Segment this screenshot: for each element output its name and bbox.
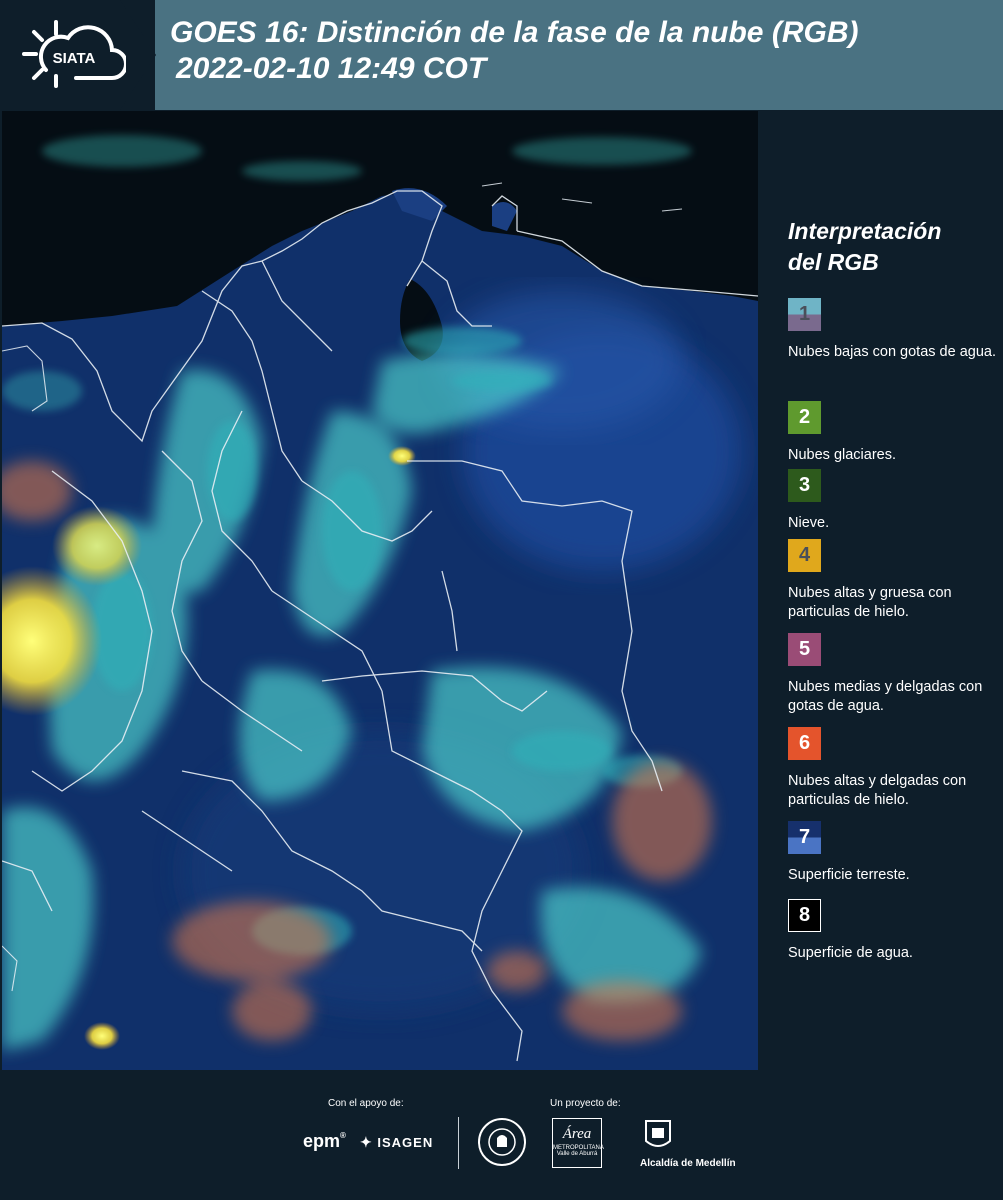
alcaldia-label: Alcaldía de Medellín (640, 1158, 736, 1169)
legend-item-7: 7 Superficie terreste. (788, 821, 1000, 885)
legend-item-8: 8 Superficie de agua. (788, 899, 1000, 963)
epm-logo-text: epm (303, 1131, 341, 1151)
legend-number: 6 (798, 732, 811, 754)
svg-text:SIATA: SIATA (53, 50, 96, 67)
legend-swatch-1: 1 (788, 298, 821, 331)
page-title: GOES 16: Distinción de la fase de la nub… (170, 15, 858, 87)
legend-swatch-8: 8 (788, 899, 821, 932)
university-seal-icon (478, 1118, 526, 1166)
isagen-logo: ✦ ISAGEN (360, 1134, 433, 1151)
legend-item-4: 4 Nubes altas y gruesa con particulas de … (788, 539, 1000, 622)
legend-swatch-4: 4 (788, 539, 821, 572)
rgb-composite-image (2, 111, 758, 1070)
area-logo-text: Área (562, 1126, 592, 1142)
legend-item-1: 1 Nubes bajas con gotas de agua. (788, 298, 1000, 362)
legend-label: Superficie de agua. (788, 945, 913, 961)
title-line-1: GOES 16: Distinción de la fase de la nub… (170, 16, 859, 49)
legend-number: 7 (798, 826, 811, 848)
legend-swatch-7: 7 (788, 821, 821, 854)
legend-label: Nubes bajas con gotas de agua. (788, 344, 996, 360)
legend-item-3: 3 Nieve. (788, 469, 1000, 533)
legend-label: Nubes glaciares. (788, 447, 896, 463)
project-caption: Un proyecto de: (550, 1098, 621, 1109)
legend-label: Nubes altas y delgadas con particulas de… (788, 773, 967, 808)
legend-number: 4 (798, 544, 811, 566)
footer-divider (458, 1117, 459, 1169)
isagen-logo-text: ISAGEN (377, 1135, 434, 1150)
legend-number: 5 (798, 638, 811, 660)
legend-swatch-6: 6 (788, 727, 821, 760)
legend-label: Nubes medias y delgadas con gotas de agu… (788, 679, 983, 714)
legend-number: 8 (798, 904, 811, 926)
legend-label: Superficie terreste. (788, 867, 910, 883)
legend-swatch-2: 2 (788, 401, 821, 434)
legend-item-2: 2 Nubes glaciares. (788, 401, 1000, 465)
area-logo-line-2: Valle de Aburrá (556, 1151, 598, 1157)
legend-label: Nubes altas y gruesa con particulas de h… (788, 585, 952, 620)
legend-number: 1 (798, 303, 811, 325)
support-caption: Con el apoyo de: (328, 1098, 404, 1109)
legend-title-line-1: Interpretación (788, 218, 942, 244)
legend-swatch-5: 5 (788, 633, 821, 666)
title-line-2: 2022-02-10 12:49 COT (176, 52, 487, 85)
medellin-shield-icon (638, 1119, 678, 1153)
legend-label: Nieve. (788, 515, 830, 531)
siata-logo: SIATA (22, 20, 126, 88)
legend-title-line-2: del RGB (788, 249, 879, 275)
area-metropolitana-logo: Área METROPOLITANA Valle de Aburrá (552, 1118, 604, 1168)
satellite-map (2, 111, 758, 1070)
legend-swatch-3: 3 (788, 469, 821, 502)
legend-title: Interpretación del RGB (788, 216, 941, 278)
legend-item-5: 5 Nubes medias y delgadas con gotas de ag… (788, 633, 1000, 716)
footer: Con el apoyo de: Un proyecto de: epm® ✦ … (0, 1070, 1003, 1200)
epm-logo: epm® (303, 1131, 346, 1151)
legend-number: 3 (798, 474, 811, 496)
isagen-icon: ✦ (360, 1134, 373, 1150)
legend-number: 2 (798, 406, 811, 428)
header-bar: SIATA GOES 16: Distinción de la fase de … (0, 0, 1003, 110)
legend-panel: Interpretación del RGB 1 Nubes bajas con … (760, 111, 1003, 1070)
legend-item-6: 6 Nubes altas y delgadas con particulas d… (788, 727, 1000, 810)
